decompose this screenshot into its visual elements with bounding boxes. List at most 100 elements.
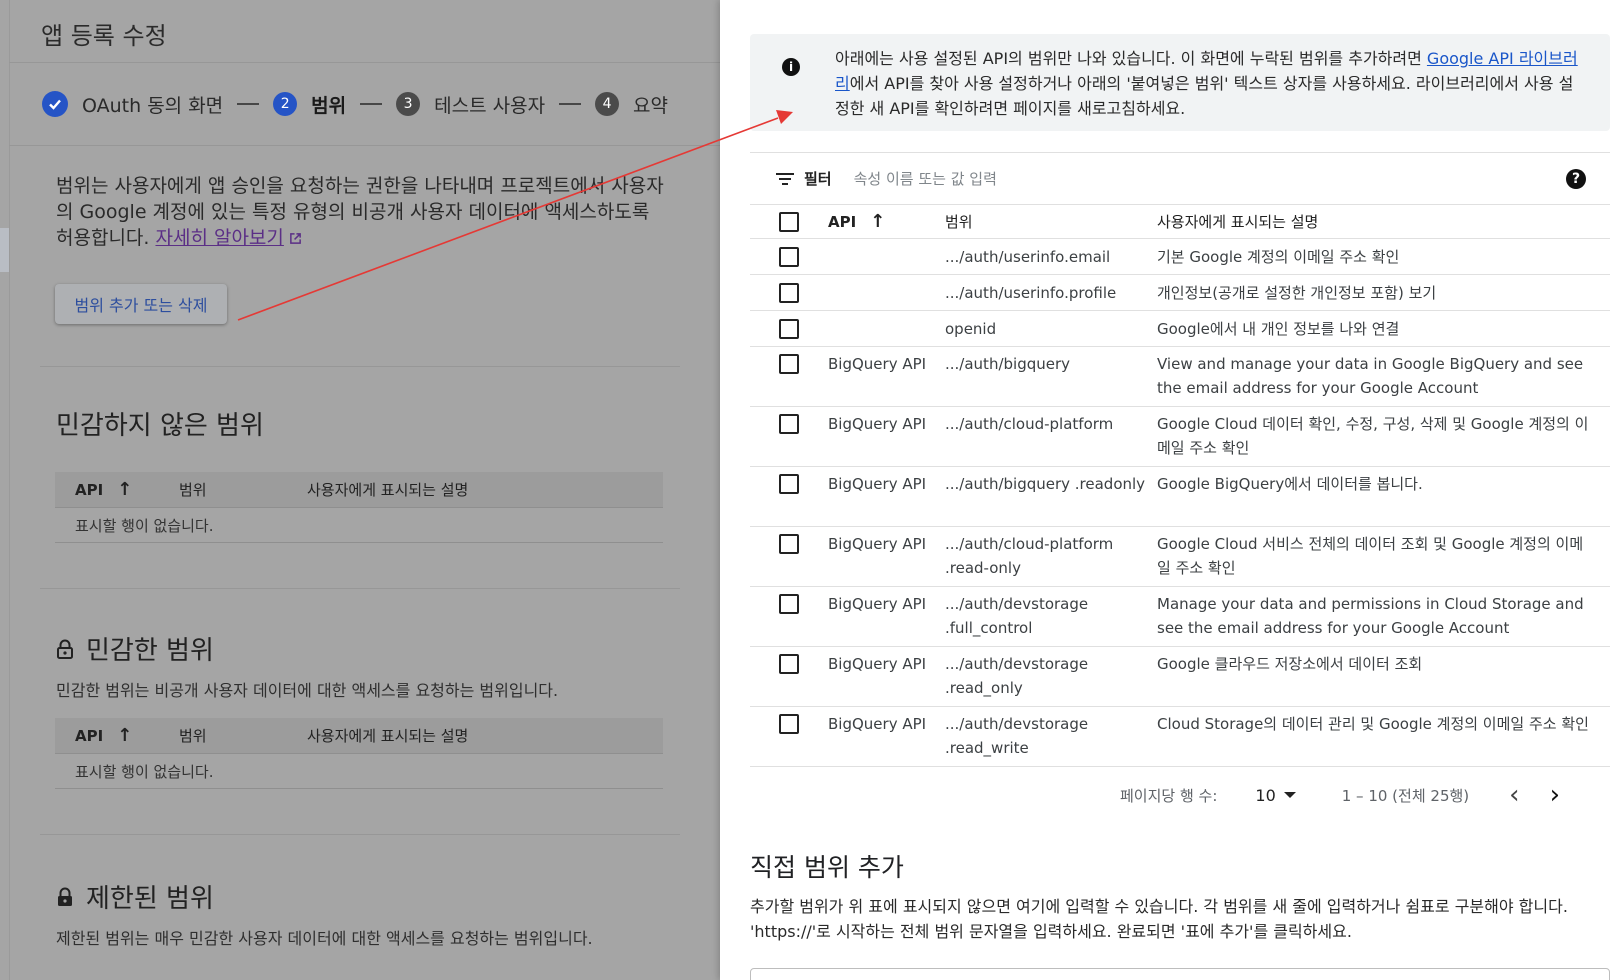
open-in-new-icon <box>290 233 301 244</box>
step-connector <box>559 103 582 105</box>
nonsensitive-title-text: 민감하지 않은 범위 <box>56 411 264 441</box>
cell-api: BigQuery API <box>828 355 927 373</box>
step-connector <box>237 103 260 105</box>
info-text-pre: 아래에는 사용 설정된 API의 범위만 나와 있습니다. 이 화면에 누락된 … <box>835 49 1427 68</box>
left-rail-divider <box>9 0 10 980</box>
page-range: 1 – 10 (전체 25행) <box>1341 786 1470 805</box>
col-desc-header: 사용자에게 표시되는 설명 <box>307 481 469 499</box>
col-api-label: API <box>75 480 104 499</box>
cell-desc: Google Cloud 데이터 확인, 수정, 구성, 삭제 및 Google… <box>1157 415 1589 457</box>
row-checkbox[interactable] <box>779 474 799 494</box>
arrow-up-icon[interactable]: ↑ <box>870 211 885 232</box>
col-scope-header: 범위 <box>179 727 207 745</box>
sensitive-scopes-table: API ↑ 범위 사용자에게 표시되는 설명 표시할 행이 없습니다. <box>55 718 663 789</box>
cell-desc: Google Cloud 서비스 전체의 데이터 조회 및 Google 계정의… <box>1157 535 1584 577</box>
cell-api: BigQuery API <box>828 415 927 433</box>
row-checkbox[interactable] <box>779 414 799 434</box>
filter-icon[interactable] <box>776 172 794 186</box>
restricted-title-text: 제한된 범위 <box>86 884 214 914</box>
table-row: openid Google에서 내 개인 정보를 나와 연결 <box>750 311 1610 347</box>
col-desc-header: 사용자에게 표시되는 설명 <box>1157 213 1319 231</box>
restricted-scopes-subtitle: 제한된 범위는 매우 민감한 사용자 데이터에 대한 액세스를 요청하는 범위입… <box>56 929 593 948</box>
table-row: .../auth/userinfo.profile 개인정보(공개로 설정한 개인… <box>750 275 1610 311</box>
select-all-checkbox[interactable] <box>779 211 799 232</box>
page-title: 앱 등록 수정 <box>41 22 167 50</box>
step-scopes[interactable]: 범위 <box>311 91 346 118</box>
col-api-header[interactable]: API ↑ <box>55 479 179 500</box>
info-text: 아래에는 사용 설정된 API의 범위만 나와 있습니다. 이 화면에 누락된 … <box>835 46 1585 121</box>
manual-scopes-textarea[interactable] <box>750 968 1610 980</box>
row-checkbox[interactable] <box>779 282 799 303</box>
step-summary[interactable]: 요약 <box>633 91 668 118</box>
table-row: BigQuery API .../auth/bigquery View and ma… <box>750 347 1610 407</box>
cell-api: BigQuery API <box>828 535 927 553</box>
arrow-up-icon[interactable]: ↑ <box>117 479 132 500</box>
col-api-header[interactable]: API ↑ <box>828 211 945 232</box>
rows-per-page-value: 10 <box>1255 785 1276 805</box>
rows-per-page-label: 페이지당 행 수: <box>1120 786 1218 805</box>
cell-scope: .../auth/devstorage .full_control <box>945 595 1089 637</box>
add-or-remove-scopes-button[interactable]: 범위 추가 또는 삭제 <box>55 284 227 324</box>
row-checkbox[interactable] <box>779 534 799 554</box>
help-icon[interactable]: ? <box>1566 169 1586 189</box>
info-text-post: 에서 API를 찾아 사용 설정하거나 아래의 '붙여넣은 범위' 텍스트 상자… <box>835 74 1574 118</box>
cell-scope: .../auth/bigquery <box>945 355 1071 373</box>
cell-scope: .../auth/devstorage .read_write <box>945 715 1089 757</box>
col-api-label: API <box>75 726 104 745</box>
col-api-label: API <box>828 212 857 231</box>
left-dimmed-page: 앱 등록 수정 OAuth 동의 화면 2 범위 3 테스트 사용자 4 요약 … <box>0 0 720 980</box>
section-divider <box>40 366 680 367</box>
table-row: BigQuery API .../auth/cloud-platform .rea… <box>750 527 1610 587</box>
filter-label: 필터 <box>804 170 832 188</box>
cell-api: BigQuery API <box>828 595 927 613</box>
step-oauth-consent[interactable]: OAuth 동의 화면 <box>82 91 223 118</box>
step-test-users[interactable]: 테스트 사용자 <box>434 91 545 118</box>
filter-input[interactable]: 속성 이름 또는 값 입력 <box>854 168 997 189</box>
learn-more-link[interactable]: 자세히 알아보기 <box>155 227 283 249</box>
table-row: BigQuery API .../auth/devstorage .full_co… <box>750 587 1610 647</box>
nonsensitive-scopes-title: 민감하지 않은 범위 <box>56 405 264 442</box>
table-row: .../auth/userinfo.email 기본 Google 계정의 이메일… <box>750 239 1610 275</box>
row-checkbox[interactable] <box>779 714 799 734</box>
col-api-header[interactable]: API ↑ <box>55 725 179 746</box>
row-checkbox[interactable] <box>779 654 799 674</box>
info-banner: i 아래에는 사용 설정된 API의 범위만 나와 있습니다. 이 화면에 누락… <box>750 34 1610 131</box>
col-desc-header: 사용자에게 표시되는 설명 <box>307 727 469 745</box>
table-header: API ↑ 범위 사용자에게 표시되는 설명 <box>750 204 1610 239</box>
cell-api: BigQuery API <box>828 715 927 733</box>
nonsensitive-scopes-table: API ↑ 범위 사용자에게 표시되는 설명 표시할 행이 없습니다. <box>55 472 663 543</box>
sensitive-scopes-title: 민감한 범위 <box>56 630 214 667</box>
empty-message: 표시할 행이 없습니다. <box>55 507 663 543</box>
row-checkbox[interactable] <box>779 594 799 614</box>
cell-api: BigQuery API <box>828 655 927 673</box>
rows-per-page-select[interactable]: 10 <box>1255 785 1296 805</box>
table-header: API ↑ 범위 사용자에게 표시되는 설명 <box>55 718 663 753</box>
rail-active-indicator <box>0 228 9 272</box>
lock-icon <box>57 639 73 659</box>
scopes-table: API ↑ 범위 사용자에게 표시되는 설명 .../auth/userinfo.… <box>750 204 1610 767</box>
row-checkbox[interactable] <box>779 354 799 374</box>
row-checkbox[interactable] <box>779 318 799 339</box>
cell-scope: .../auth/userinfo.profile <box>945 283 1117 302</box>
scopes-description-text: 범위는 사용자에게 앱 승인을 요청하는 권한을 나타내며 프로젝트에서 사용자… <box>56 175 664 249</box>
cell-desc: Google BigQuery에서 데이터를 봅니다. <box>1157 475 1423 493</box>
cell-desc: Manage your data and permissions in Clou… <box>1157 595 1584 637</box>
cell-scope: .../auth/bigquery .readonly <box>945 475 1146 493</box>
restricted-scopes-title: 제한된 범위 <box>56 878 214 915</box>
cell-desc: View and manage your data in Google BigQ… <box>1157 355 1584 397</box>
arrow-up-icon[interactable]: ↑ <box>117 725 132 746</box>
section-divider <box>40 588 680 589</box>
next-page-icon[interactable]: › <box>1550 780 1560 810</box>
dropdown-caret-icon <box>1283 792 1296 798</box>
prev-page-icon[interactable]: ‹ <box>1509 780 1519 810</box>
step-4-number: 4 <box>595 92 620 116</box>
section-divider <box>40 834 680 835</box>
stepper: OAuth 동의 화면 2 범위 3 테스트 사용자 4 요약 <box>42 88 668 120</box>
cell-desc: Google에서 내 개인 정보를 나와 연결 <box>1157 319 1400 338</box>
manual-scopes-description: 추가할 범위가 위 표에 표시되지 않으면 여기에 입력할 수 있습니다. 각 … <box>750 897 1568 941</box>
table-row: BigQuery API .../auth/devstorage .read_on… <box>750 647 1610 707</box>
cell-desc: 기본 Google 계정의 이메일 주소 확인 <box>1157 247 1400 266</box>
row-checkbox[interactable] <box>779 246 799 267</box>
col-scope-header: 범위 <box>945 213 973 231</box>
lock-filled-icon <box>58 887 72 906</box>
